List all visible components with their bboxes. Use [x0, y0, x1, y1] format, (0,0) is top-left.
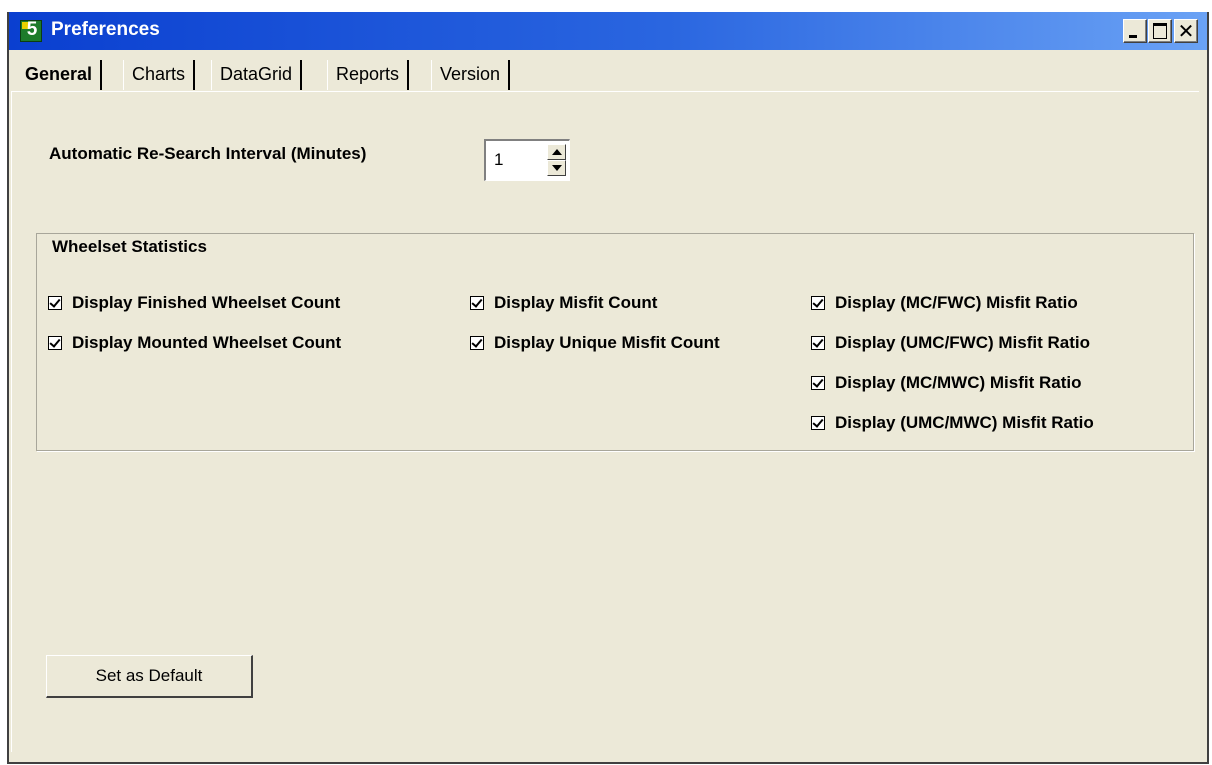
tab-strip: General Charts DataGrid Reports Version [9, 58, 1207, 91]
app-icon-label: 5 [26, 19, 38, 40]
checkbox-mounted-wheelset-count[interactable]: Display Mounted Wheelset Count [48, 333, 341, 353]
tab-charts[interactable]: Charts [123, 60, 196, 90]
spinner-up-button[interactable] [547, 144, 566, 160]
title-bar[interactable]: 5 Preferences ✕ [9, 12, 1207, 50]
window-title: Preferences [51, 19, 160, 40]
checkbox-checked-icon[interactable] [48, 336, 62, 350]
checkbox-unique-misfit-count[interactable]: Display Unique Misfit Count [470, 333, 720, 353]
tab-datagrid[interactable]: DataGrid [211, 60, 303, 90]
spinner-down-button[interactable] [547, 160, 566, 176]
checkbox-label: Display Unique Misfit Count [494, 333, 720, 352]
interval-spinner[interactable]: 1 [484, 139, 570, 181]
general-tab-panel: Automatic Re-Search Interval (Minutes) 1… [11, 91, 1199, 752]
interval-value[interactable]: 1 [494, 150, 503, 170]
checkbox-umc-fwc-misfit-ratio[interactable]: Display (UMC/FWC) Misfit Ratio [811, 333, 1090, 353]
tab-reports[interactable]: Reports [327, 60, 410, 90]
checkbox-checked-icon[interactable] [470, 296, 484, 310]
group-title: Wheelset Statistics [50, 237, 209, 257]
checkbox-checked-icon[interactable] [48, 296, 62, 310]
checkbox-label: Display Finished Wheelset Count [72, 293, 341, 312]
checkbox-label: Display (MC/FWC) Misfit Ratio [835, 293, 1078, 312]
checkbox-checked-icon[interactable] [811, 336, 825, 350]
checkbox-checked-icon[interactable] [811, 416, 825, 430]
checkbox-finished-wheelset-count[interactable]: Display Finished Wheelset Count [48, 293, 340, 313]
spinner-buttons [547, 144, 566, 176]
checkbox-label: Display Misfit Count [494, 293, 658, 312]
checkbox-misfit-count[interactable]: Display Misfit Count [470, 293, 657, 313]
tab-version[interactable]: Version [431, 60, 511, 90]
checkbox-mc-fwc-misfit-ratio[interactable]: Display (MC/FWC) Misfit Ratio [811, 293, 1078, 313]
checkbox-checked-icon[interactable] [811, 296, 825, 310]
interval-label: Automatic Re-Search Interval (Minutes) [49, 144, 367, 163]
checkbox-label: Display (UMC/MWC) Misfit Ratio [835, 413, 1094, 432]
close-icon: ✕ [1177, 19, 1195, 43]
minimize-button[interactable] [1123, 19, 1147, 43]
checkbox-mc-mwc-misfit-ratio[interactable]: Display (MC/MWC) Misfit Ratio [811, 373, 1082, 393]
set-as-default-button[interactable]: Set as Default [46, 655, 253, 698]
checkbox-umc-mwc-misfit-ratio[interactable]: Display (UMC/MWC) Misfit Ratio [811, 413, 1094, 433]
tab-general[interactable]: General [17, 60, 103, 90]
checkbox-checked-icon[interactable] [811, 376, 825, 390]
preferences-window: 5 Preferences ✕ General Charts DataGrid … [7, 12, 1209, 764]
close-button[interactable]: ✕ [1174, 19, 1198, 43]
checkbox-checked-icon[interactable] [470, 336, 484, 350]
maximize-button[interactable] [1148, 19, 1172, 43]
checkbox-label: Display (UMC/FWC) Misfit Ratio [835, 333, 1090, 352]
app-icon[interactable]: 5 [20, 19, 42, 42]
checkbox-label: Display Mounted Wheelset Count [72, 333, 342, 352]
checkbox-label: Display (MC/MWC) Misfit Ratio [835, 373, 1082, 392]
